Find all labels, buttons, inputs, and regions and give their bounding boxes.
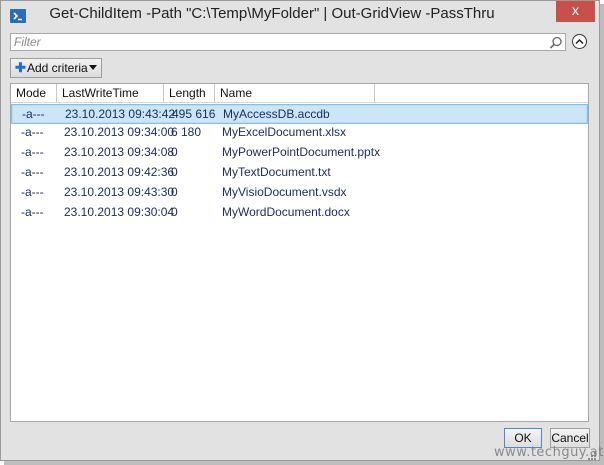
cell-mode: -a--- <box>21 165 44 179</box>
column-header-length[interactable]: Length <box>164 84 215 102</box>
column-header-lastwritetime[interactable]: LastWriteTime <box>57 84 164 102</box>
cell-name: MyExcelDocument.xlsx <box>222 125 347 139</box>
cell-mode: -a--- <box>22 107 45 121</box>
cell-length: 6 180 <box>171 125 202 139</box>
cell-lastwritetime: 23.10.2013 09:34:08 <box>64 145 175 159</box>
table-row[interactable]: -a--- 23.10.2013 09:43:30 0 MyVisioDocum… <box>11 183 588 203</box>
table-row[interactable]: -a--- 23.10.2013 09:43:42 495 616 MyAcce… <box>11 104 588 124</box>
cell-mode: -a--- <box>21 145 44 159</box>
add-criteria-label: Add criteria <box>27 61 88 75</box>
table-row[interactable]: -a--- 23.10.2013 09:30:04 0 MyWordDocume… <box>11 203 588 223</box>
window-shadow-right <box>600 4 604 465</box>
collapse-filter-button[interactable] <box>572 34 587 49</box>
header-divider <box>11 102 588 103</box>
table-row[interactable]: -a--- 23.10.2013 09:42:36 0 MyTextDocume… <box>11 163 588 183</box>
filter-box[interactable] <box>10 33 566 51</box>
cell-name: MyVisioDocument.vsdx <box>222 185 347 199</box>
results-grid[interactable]: Mode LastWriteTime Length Name -a--- 23.… <box>10 83 589 422</box>
window-shadow-bottom <box>4 461 604 465</box>
cell-mode: -a--- <box>21 185 44 199</box>
cell-lastwritetime: 23.10.2013 09:42:36 <box>64 165 175 179</box>
column-header-mode[interactable]: Mode <box>11 84 57 102</box>
filter-input[interactable] <box>14 34 534 50</box>
cell-name: MyAccessDB.accdb <box>223 107 330 121</box>
table-row[interactable]: -a--- 23.10.2013 09:34:08 0 MyPowerPoint… <box>11 143 588 163</box>
cell-length: 0 <box>171 185 178 199</box>
chevron-down-icon <box>89 65 97 70</box>
plus-icon: ✚ <box>15 60 26 75</box>
cell-name: MyPowerPointDocument.pptx <box>222 145 381 159</box>
search-icon[interactable] <box>549 35 563 49</box>
cell-lastwritetime: 23.10.2013 09:30:04 <box>64 205 175 219</box>
cell-lastwritetime: 23.10.2013 09:34:00 <box>64 125 175 139</box>
cell-mode: -a--- <box>21 125 44 139</box>
cell-length: 0 <box>171 205 178 219</box>
table-row[interactable]: -a--- 23.10.2013 09:34:00 6 180 MyExcelD… <box>11 123 588 143</box>
title-bar[interactable]: Get-ChildItem -Path "C:\Temp\MyFolder" |… <box>1 1 599 33</box>
cell-length: 0 <box>171 165 178 179</box>
cell-lastwritetime: 23.10.2013 09:43:30 <box>64 185 175 199</box>
add-criteria-button[interactable]: ✚ Add criteria <box>10 58 102 78</box>
cell-name: MyWordDocument.docx <box>222 205 350 219</box>
chevron-up-icon <box>575 38 584 45</box>
powershell-icon <box>10 9 26 23</box>
watermark: www.techguy.at <box>494 445 604 460</box>
window-title: Get-ChildItem -Path "C:\Temp\MyFolder" |… <box>49 5 495 22</box>
cell-name: MyTextDocument.txt <box>222 165 331 179</box>
cell-lastwritetime: 23.10.2013 09:43:42 <box>65 107 176 121</box>
cell-length: 0 <box>171 145 178 159</box>
cell-mode: -a--- <box>21 205 44 219</box>
gridview-window: Get-ChildItem -Path "C:\Temp\MyFolder" |… <box>0 0 600 461</box>
close-button[interactable]: x <box>556 1 595 22</box>
cell-length: 495 616 <box>172 107 216 121</box>
column-header-name[interactable]: Name <box>215 84 375 102</box>
